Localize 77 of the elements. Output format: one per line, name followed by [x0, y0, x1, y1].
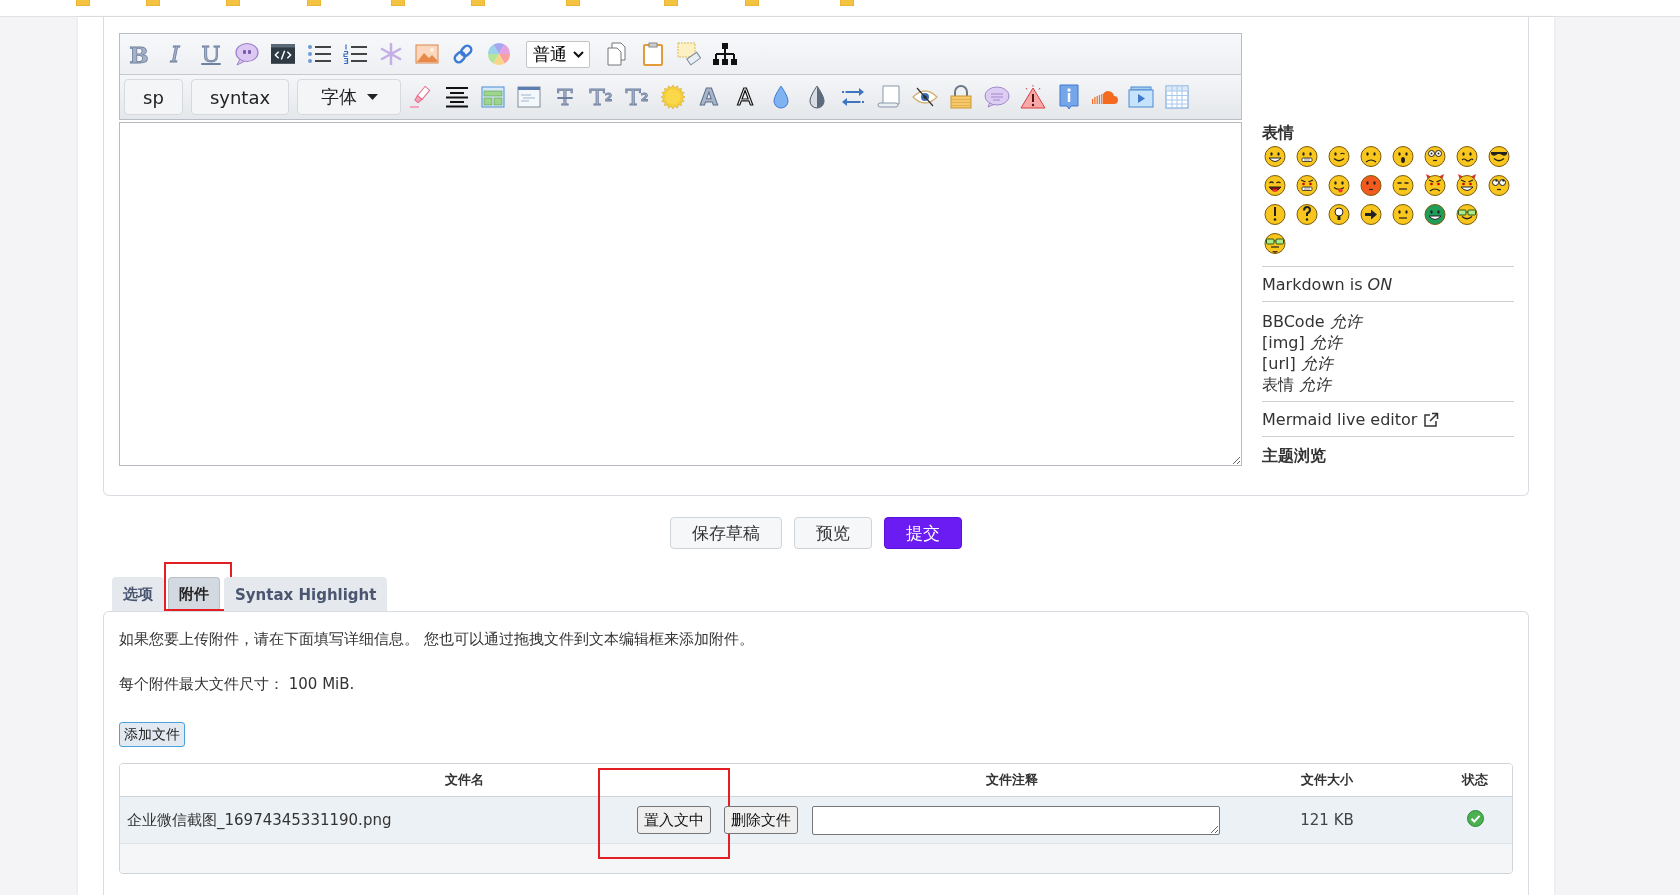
- cloud-icon[interactable]: [1092, 89, 1118, 105]
- font-menu-button[interactable]: 字体: [297, 79, 401, 115]
- permission-text: [img] 允许: [1262, 332, 1344, 353]
- topic-review-heading: 主题浏览: [1262, 446, 1327, 466]
- winking-face-icon[interactable]: [1328, 145, 1350, 167]
- quote-icon[interactable]: [235, 42, 259, 66]
- angry-face-icon[interactable]: [1296, 174, 1318, 196]
- column-header: 状态: [1438, 764, 1512, 797]
- size-select[interactable]: 普通: [526, 40, 590, 68]
- smilies-heading: 表情: [1262, 123, 1295, 143]
- color-wheel-icon[interactable]: [487, 42, 511, 66]
- markdown-status: Markdown is ON: [1262, 275, 1394, 295]
- tongue-out-face-icon[interactable]: [1328, 174, 1350, 196]
- mermaid-editor-link[interactable]: Mermaid live editor: [1262, 410, 1440, 430]
- tab[interactable]: Syntax Highlight: [224, 577, 388, 611]
- permission-text: [url] 允许: [1262, 353, 1335, 374]
- highlighter-icon[interactable]: [409, 85, 433, 109]
- question-face-icon[interactable]: [1296, 203, 1318, 225]
- bearded-glasses-face-icon[interactable]: [1264, 232, 1286, 254]
- action-button[interactable]: 预览: [794, 517, 872, 549]
- bullet-list-icon[interactable]: [307, 44, 331, 64]
- confused-face-icon[interactable]: [1456, 145, 1478, 167]
- chevron-down-icon[interactable]: [573, 50, 584, 58]
- lightbulb-face-icon[interactable]: [1328, 203, 1350, 225]
- tab[interactable]: 选项: [112, 577, 164, 611]
- surprised-face-icon[interactable]: [1392, 145, 1414, 167]
- numbered-list-icon[interactable]: [343, 44, 367, 64]
- neutral-face-icon[interactable]: [1392, 174, 1414, 196]
- sunglasses-face-icon[interactable]: [1488, 145, 1510, 167]
- big-grin-face-icon[interactable]: [1424, 203, 1446, 225]
- delete-file-button[interactable]: 删除文件: [724, 806, 798, 834]
- video-window-icon[interactable]: [1128, 86, 1154, 108]
- swap-arrows-icon[interactable]: [841, 87, 865, 107]
- insert-inline-button[interactable]: 置入文中: [637, 806, 711, 834]
- comment-field[interactable]: [812, 805, 1220, 835]
- glasses-face-icon[interactable]: [1456, 203, 1478, 225]
- action-button[interactable]: 保存草稿: [670, 517, 782, 549]
- external-link-icon[interactable]: [1423, 412, 1440, 428]
- uneasy-face-icon[interactable]: [1392, 203, 1414, 225]
- laughing-face-icon[interactable]: [1264, 174, 1286, 196]
- max-size-note: 每个附件最大文件尺寸： 100 MiB.: [119, 674, 356, 695]
- warning-icon[interactable]: [1020, 85, 1046, 109]
- caret-down-icon[interactable]: [366, 94, 378, 100]
- message-field[interactable]: [119, 122, 1242, 466]
- file-name: 企业微信截图_16974345331190.png: [127, 810, 392, 830]
- align-center-icon[interactable]: [445, 86, 469, 108]
- column-header: 文件名: [120, 764, 808, 797]
- permission-text: BBCode 允许: [1262, 311, 1364, 332]
- submit-button[interactable]: 提交: [884, 517, 962, 549]
- eraser-icon[interactable]: [677, 42, 701, 66]
- arrow-face-icon[interactable]: [1360, 203, 1382, 225]
- grinning-face-icon[interactable]: [1264, 145, 1286, 167]
- toolbar-button[interactable]: syntax: [191, 79, 289, 115]
- devil-face-icon[interactable]: [1424, 174, 1446, 196]
- permission-text: 表情 允许: [1262, 374, 1333, 395]
- clipboard-icon[interactable]: [643, 42, 663, 66]
- copy-icon[interactable]: [605, 42, 629, 66]
- info-icon[interactable]: [1059, 84, 1079, 110]
- exclamation-face-icon[interactable]: [1264, 203, 1286, 225]
- sitemap-icon[interactable]: [713, 42, 737, 66]
- toolbar-button[interactable]: sp: [124, 79, 183, 115]
- grimacing-face-icon[interactable]: [1296, 145, 1318, 167]
- embarrassed-face-icon[interactable]: [1360, 174, 1382, 196]
- window-icon[interactable]: [517, 86, 541, 108]
- link-icon[interactable]: [451, 42, 475, 66]
- upload-instructions: 如果您要上传附件，请在下面填写详细信息。 您也可以通过拖拽文件到文本编辑框来添加附件。: [119, 629, 755, 650]
- crossed-eye-icon[interactable]: [912, 87, 938, 107]
- add-file-button[interactable]: 添加文件: [119, 722, 185, 747]
- eye-rolling-face-icon[interactable]: [1488, 174, 1510, 196]
- frowning-face-icon[interactable]: [1360, 145, 1382, 167]
- lock-icon[interactable]: [950, 85, 972, 109]
- wide-eyed-face-icon[interactable]: [1424, 145, 1446, 167]
- tab[interactable]: 附件: [168, 577, 220, 611]
- half-drop-icon[interactable]: [809, 85, 825, 109]
- drop-icon[interactable]: [773, 85, 789, 109]
- devil-grin-face-icon[interactable]: [1456, 174, 1478, 196]
- code-icon[interactable]: [271, 44, 295, 64]
